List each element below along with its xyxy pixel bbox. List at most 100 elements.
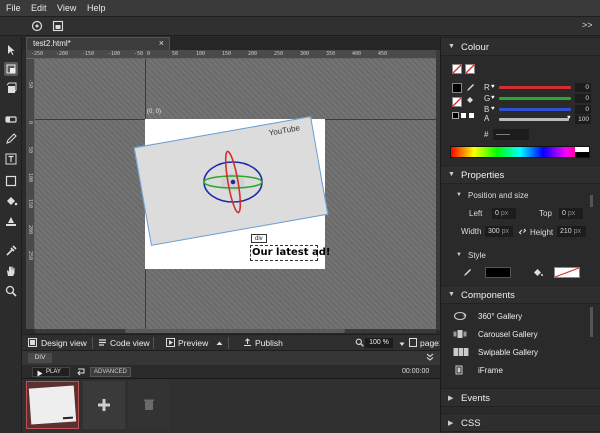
publish-button[interactable]: Publish (255, 338, 283, 348)
preview-dropdown-icon[interactable] (216, 339, 223, 349)
components-section-header[interactable]: ▼ Components (441, 285, 600, 304)
component-item[interactable]: 360° Gallery (447, 308, 587, 325)
new-document-icon[interactable] (31, 20, 43, 32)
top-input[interactable]: 0 px (559, 208, 583, 219)
3d-rotate-icon[interactable] (4, 82, 18, 96)
design-view-button[interactable]: Design view (41, 338, 87, 348)
text-tool-icon[interactable] (4, 152, 18, 166)
swap-colours-icon[interactable] (452, 112, 476, 122)
design-canvas[interactable]: (0, 0) YouTube div Our latest ad! (35, 59, 436, 329)
properties-section-header[interactable]: ▼ Properties (441, 165, 600, 184)
top-label: Top (539, 209, 552, 218)
a-slider-knob-icon[interactable]: ♥ (567, 115, 571, 121)
ad-stage[interactable]: YouTube div Our latest ad! (133, 116, 330, 269)
g-value[interactable]: 0 (575, 94, 591, 103)
b-label: B (484, 105, 490, 114)
delete-page-button[interactable] (128, 381, 170, 429)
style-title[interactable]: Style (468, 251, 486, 260)
add-page-button[interactable] (83, 381, 125, 429)
loop-icon[interactable] (76, 367, 86, 378)
fill-tool-icon[interactable] (4, 214, 18, 228)
width-input[interactable]: 300 px (485, 226, 513, 237)
zoom-level-field[interactable]: 100 % (365, 338, 393, 348)
trash-icon (144, 399, 154, 410)
fill-none-swatch-icon[interactable] (452, 64, 462, 74)
a-value[interactable]: 100 (575, 115, 591, 124)
r-slider[interactable] (499, 86, 571, 89)
component-item[interactable]: Carousel Gallery (447, 326, 587, 343)
h-ruler-tick: 200 (248, 51, 258, 57)
components-scrollbar[interactable] (590, 307, 593, 337)
zoom-dropdown-icon[interactable] (399, 339, 405, 349)
open-file-icon[interactable] (52, 20, 64, 32)
height-input[interactable]: 210 px (557, 226, 586, 237)
stroke-colour-swatch[interactable] (485, 267, 511, 278)
plus-icon (98, 399, 110, 411)
headline-box[interactable]: Our latest ad! (250, 245, 330, 261)
play-label: PLAY (46, 369, 61, 375)
h-ruler-tick: -150 (82, 51, 95, 57)
position-size-title[interactable]: Position and size (468, 191, 528, 200)
b-slider[interactable] (499, 108, 571, 111)
black-swatch[interactable] (575, 152, 589, 157)
menu-file[interactable]: File (6, 3, 21, 13)
component-item[interactable]: iFrame (447, 362, 587, 379)
timeline-header: DIV (22, 351, 440, 365)
css-section-header[interactable]: ▶ CSS (441, 413, 600, 432)
h-ruler-tick: 0 (147, 51, 151, 57)
current-colour-swatch-icon[interactable] (452, 83, 462, 93)
carousel-icon (453, 329, 467, 339)
youtube-text: YouTube (268, 123, 301, 138)
component-item[interactable]: Swipable Gallery (447, 344, 587, 361)
paint-bucket-icon[interactable] (4, 194, 18, 208)
rotation-gizmo-icon[interactable] (200, 149, 270, 215)
scroll-thumb[interactable] (125, 329, 345, 333)
menu-view[interactable]: View (57, 3, 76, 13)
page-thumbnail-1[interactable] (26, 381, 79, 429)
events-section-header[interactable]: ▶ Events (441, 388, 600, 407)
colour-section-header[interactable]: ▼ Colour (441, 37, 600, 56)
b-value[interactable]: 0 (575, 105, 591, 114)
expand-panel-button[interactable]: >> (582, 20, 593, 30)
left-input[interactable]: 0 px (492, 208, 516, 219)
g-slider-knob-icon[interactable]: ♥ (491, 95, 495, 101)
b-slider-knob-icon[interactable]: ♥ (491, 106, 495, 112)
hand-pan-icon[interactable] (4, 264, 18, 278)
pen-tool-icon[interactable] (4, 132, 18, 146)
preview-button[interactable]: Preview (178, 338, 208, 348)
element-tag-badge[interactable]: DIV (28, 353, 52, 363)
canvas-horizontal-scrollbar[interactable] (35, 329, 436, 333)
top-toolbar: >> (0, 17, 600, 36)
bucket-fill-icon[interactable] (466, 95, 475, 106)
zoom-magnifier-icon[interactable] (4, 284, 18, 298)
collapse-timeline-icon[interactable] (426, 353, 434, 363)
vertical-ruler: -50 0 50 100 150 200 250 (26, 59, 35, 329)
headline-text: Our latest ad! (252, 247, 331, 258)
fill-none-swatch-icon[interactable] (554, 267, 580, 278)
tab-close-icon[interactable]: × (159, 38, 164, 48)
pencil-stroke-icon[interactable] (466, 83, 475, 94)
a-slider[interactable] (499, 118, 569, 121)
left-unit: px (500, 210, 509, 217)
stroke-none-swatch-icon[interactable] (465, 64, 475, 74)
eraser-icon[interactable] (4, 112, 18, 126)
colour-spectrum[interactable] (450, 146, 590, 158)
eyedropper-icon[interactable] (4, 244, 18, 258)
hex-input[interactable]: —— (493, 129, 529, 140)
code-view-button[interactable]: Code view (110, 338, 150, 348)
r-value[interactable]: 0 (575, 83, 591, 92)
properties-scrollbar[interactable] (590, 195, 593, 207)
tab-document[interactable]: test2.html* × (26, 37, 170, 50)
link-dimensions-icon[interactable] (518, 227, 527, 238)
r-slider-knob-icon[interactable]: ♥ (491, 84, 495, 90)
no-fill-swatch-icon[interactable] (452, 97, 462, 107)
advanced-button[interactable]: ADVANCED (90, 367, 131, 377)
select-arrow-icon[interactable] (4, 43, 18, 57)
menu-edit[interactable]: Edit (31, 3, 47, 13)
transform-tool-icon[interactable] (4, 62, 18, 76)
rectangle-tool-icon[interactable] (4, 174, 18, 188)
g-slider[interactable] (499, 97, 571, 100)
thumbnail-preview (28, 385, 77, 425)
menu-help[interactable]: Help (87, 3, 106, 13)
play-button[interactable]: PLAY (32, 367, 70, 377)
